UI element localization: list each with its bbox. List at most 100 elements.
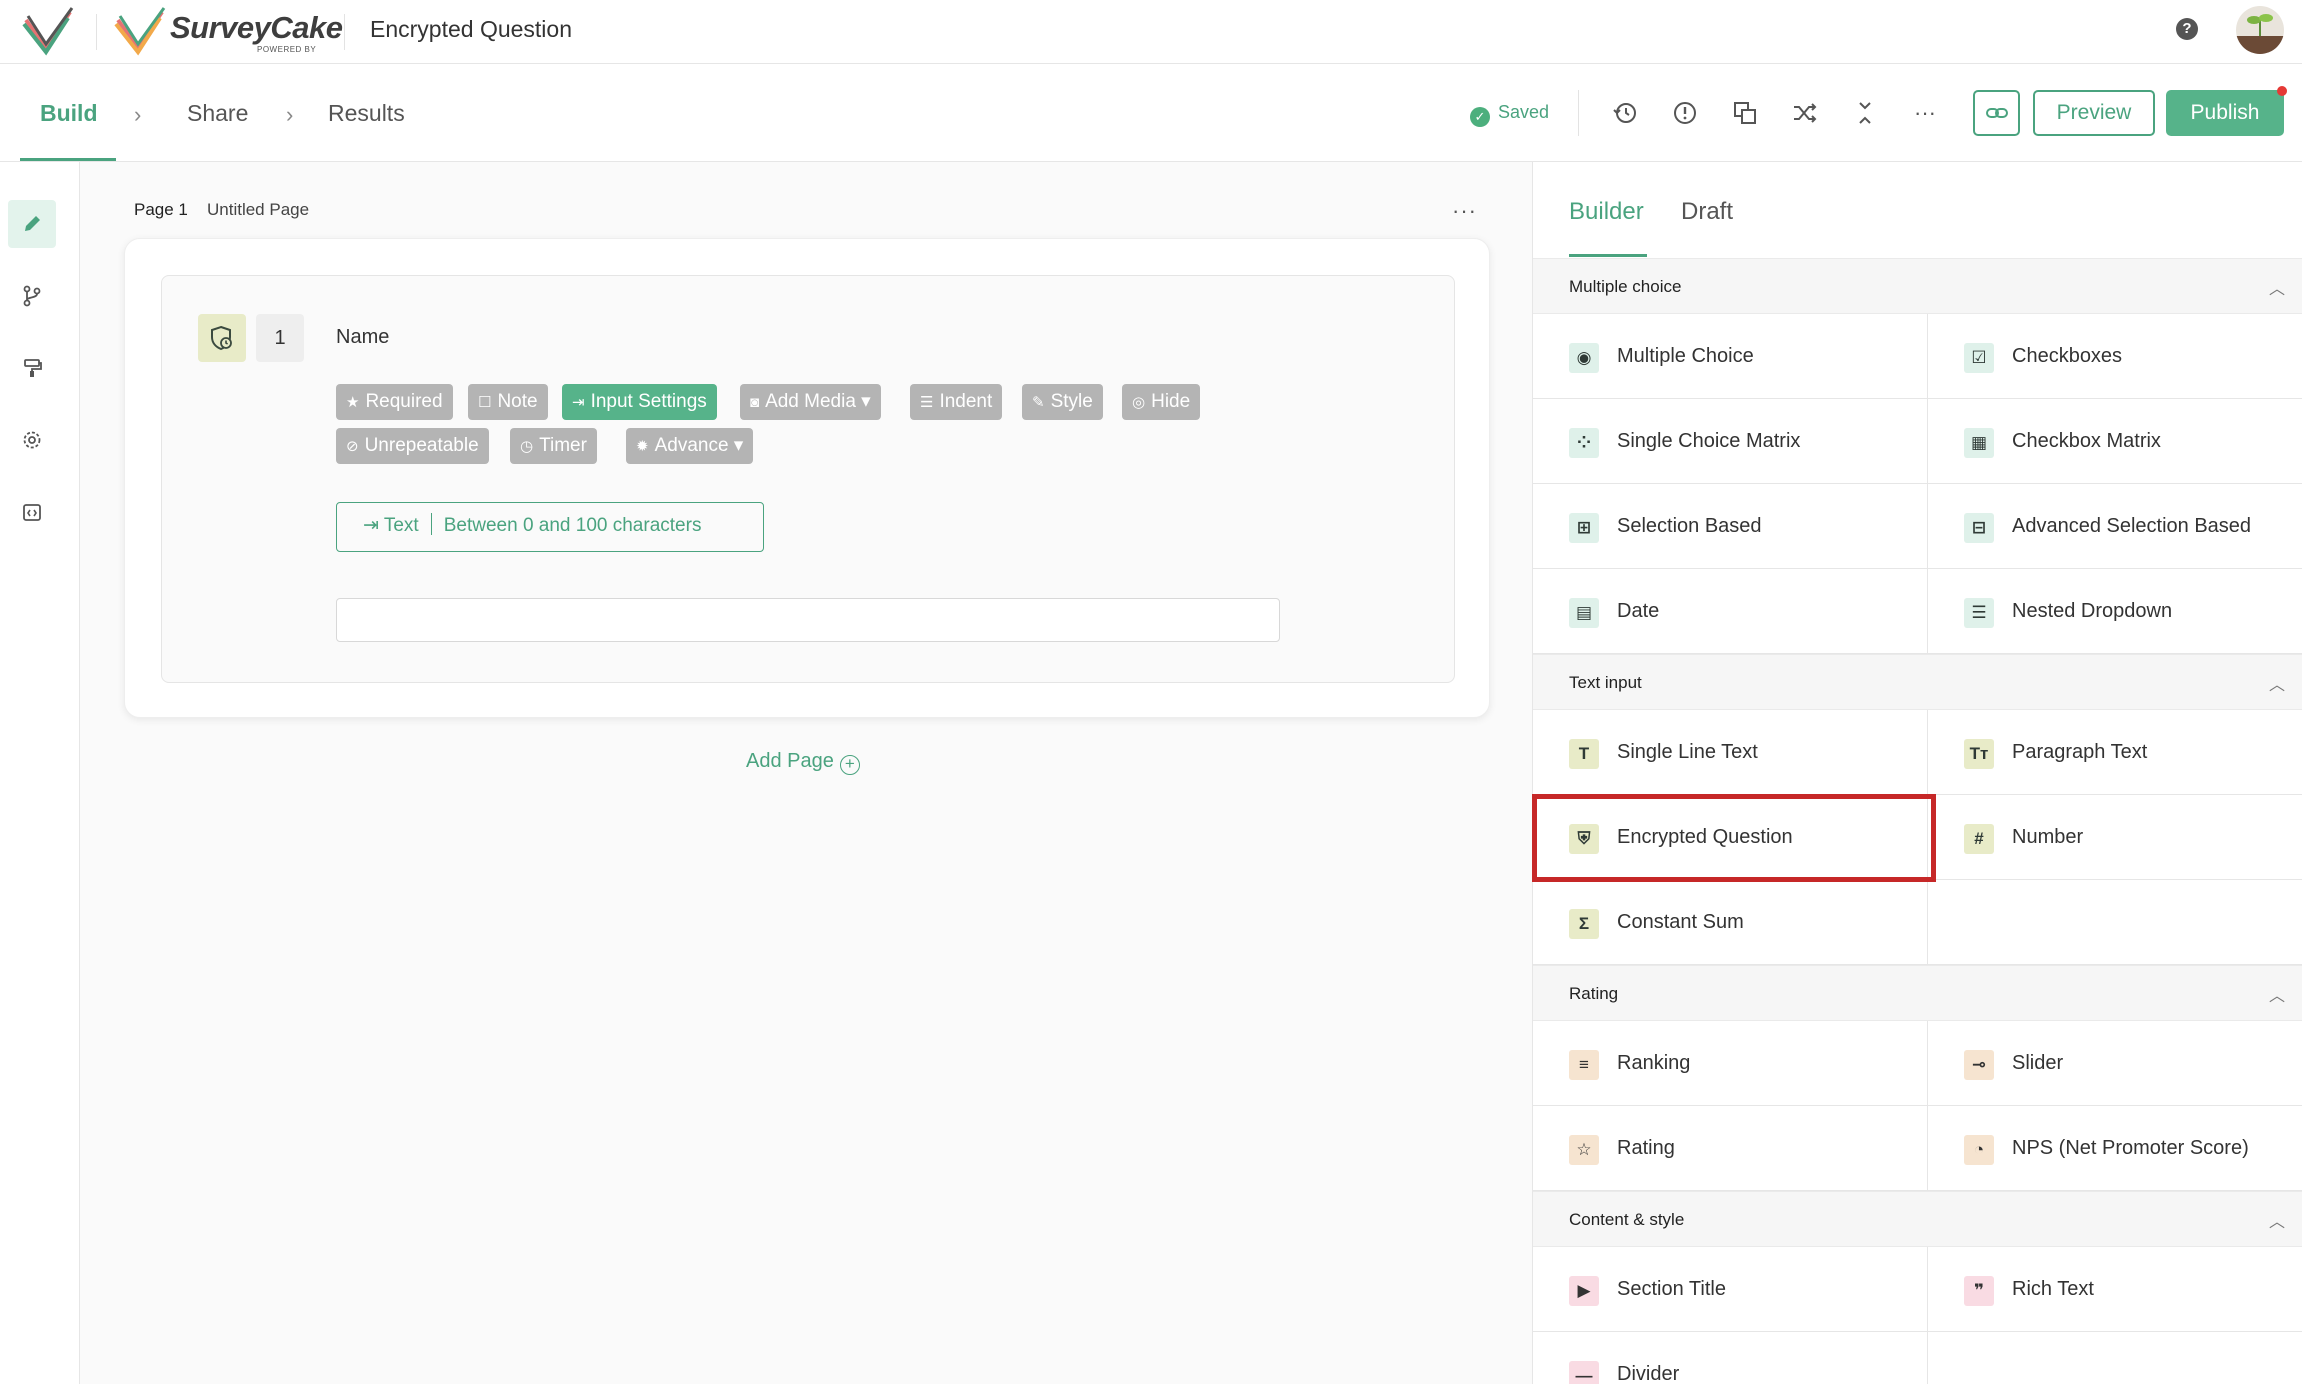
question-types-panel: Builder Draft Multiple choice ︿ ◉ Multipl…: [1532, 162, 2302, 1384]
step-build[interactable]: Build: [40, 100, 98, 127]
add-page-label: Add Page: [746, 750, 834, 772]
rail-edit[interactable]: [8, 200, 56, 248]
hide-chip[interactable]: ◎ Hide: [1122, 384, 1201, 420]
type-label: Single Line Text: [1617, 741, 1758, 763]
text-icon: T: [1569, 739, 1599, 769]
indent-chip[interactable]: ☰ Indent: [910, 384, 1003, 420]
note-chip[interactable]: ☐ Note: [468, 384, 548, 420]
question-block[interactable]: 1 Name ★ Required ☐ Note ⇥ Input Settings ◙…: [161, 275, 1455, 683]
branch-icon: [23, 285, 41, 307]
history-icon[interactable]: [1608, 96, 1642, 130]
chip-label: Required: [365, 391, 443, 412]
chip-label: Timer: [539, 435, 587, 456]
paint-roller-icon: [24, 359, 42, 377]
help-icon[interactable]: ?: [2176, 18, 2198, 40]
unrepeatable-chip[interactable]: ⊘ Unrepeatable: [336, 428, 489, 464]
required-chip[interactable]: ★ Required: [336, 384, 453, 420]
alert-icon[interactable]: [1668, 96, 1702, 130]
star-icon: ☆: [1569, 1135, 1599, 1165]
indent-icon: ☰: [920, 394, 934, 411]
top-bar: SurveyCake POWERED BY Encrypted Question…: [0, 0, 2302, 64]
type-checkboxes[interactable]: ☑ Checkboxes: [1927, 314, 2302, 399]
input-limit-badge[interactable]: ⇥ Text Between 0 and 100 characters: [336, 502, 764, 552]
chip-label: Note: [497, 391, 538, 412]
rail-logic[interactable]: [8, 272, 56, 320]
input-settings-chip[interactable]: ⇥ Input Settings: [562, 384, 717, 420]
type-label: Divider: [1617, 1363, 1680, 1384]
rail-embed[interactable]: [8, 488, 56, 536]
tab-draft[interactable]: Draft: [1681, 198, 1733, 226]
step-share[interactable]: Share: [187, 100, 248, 127]
section-text-input[interactable]: Text input ︿: [1533, 654, 2302, 710]
section-label: Multiple choice: [1569, 277, 1682, 296]
type-rich-text[interactable]: ❞ Rich Text: [1927, 1247, 2302, 1332]
tab-builder[interactable]: Builder: [1569, 198, 1644, 226]
quote-icon: ❞: [1964, 1276, 1994, 1306]
rail-theme[interactable]: [8, 344, 56, 392]
add-media-chip[interactable]: ◙ Add Media ▾: [740, 384, 881, 420]
section-content-style[interactable]: Content & style ︿: [1533, 1191, 2302, 1247]
answer-input[interactable]: [336, 598, 1280, 642]
type-label: Multiple Choice: [1617, 345, 1754, 367]
type-divider[interactable]: — Divider: [1533, 1332, 1927, 1384]
calendar-icon: ▤: [1569, 598, 1599, 628]
type-multiple-choice[interactable]: ◉ Multiple Choice: [1533, 314, 1927, 399]
section-rating[interactable]: Rating ︿: [1533, 965, 2302, 1021]
style-chip[interactable]: ✎ Style: [1022, 384, 1103, 420]
note-icon: ☐: [478, 394, 492, 411]
type-single-choice-matrix[interactable]: ⁘ Single Choice Matrix: [1533, 399, 1927, 484]
type-encrypted-question[interactable]: ⛨ Encrypted Question: [1533, 795, 1927, 880]
left-rail: [0, 162, 80, 1384]
section-multiple-choice[interactable]: Multiple choice ︿: [1533, 258, 2302, 314]
type-label: Rich Text: [2012, 1278, 2094, 1300]
more-icon[interactable]: ···: [1908, 96, 1942, 130]
notification-dot: [2277, 86, 2287, 96]
avatar[interactable]: [2236, 6, 2284, 54]
check-circle-icon: ✓: [1470, 107, 1490, 127]
type-slider[interactable]: ⊸ Slider: [1927, 1021, 2302, 1106]
type-label: Selection Based: [1617, 515, 1762, 537]
shuffle-icon[interactable]: [1788, 96, 1822, 130]
type-section-title[interactable]: ▶ Section Title: [1533, 1247, 1927, 1332]
rail-settings[interactable]: [8, 416, 56, 464]
chip-label: Style: [1050, 391, 1093, 412]
brand[interactable]: SurveyCake POWERED BY: [112, 4, 343, 60]
question-title[interactable]: Name: [336, 326, 389, 349]
chevron-right-icon: ›: [134, 102, 142, 127]
copy-icon[interactable]: [1728, 96, 1762, 130]
ban-icon: ⊘: [346, 438, 359, 455]
survey-title[interactable]: Encrypted Question: [370, 16, 572, 43]
nps-icon: ◔: [1964, 1135, 1994, 1165]
type-date[interactable]: ▤ Date: [1533, 569, 1927, 654]
step-results[interactable]: Results: [328, 100, 405, 127]
page-label: Page 1: [134, 200, 188, 219]
survey-canvas: Page 1 Untitled Page ··· 1 Name ★ Require…: [80, 162, 1532, 1384]
radio-icon: ◉: [1569, 343, 1599, 373]
type-advanced-selection-based[interactable]: ⊟ Advanced Selection Based: [1927, 484, 2302, 569]
type-ranking[interactable]: ≡ Ranking: [1533, 1021, 1927, 1106]
type-selection-based[interactable]: ⊞ Selection Based: [1533, 484, 1927, 569]
surveycake-logo-icon[interactable]: [20, 6, 74, 56]
type-rating[interactable]: ☆ Rating: [1533, 1106, 1927, 1191]
camera-icon: ◙: [750, 394, 760, 411]
advance-chip[interactable]: ✹ Advance ▾: [626, 428, 754, 464]
type-single-line-text[interactable]: T Single Line Text: [1533, 710, 1927, 795]
chip-label: Hide: [1151, 391, 1191, 412]
section-label: Rating: [1569, 984, 1619, 1003]
page-name[interactable]: Untitled Page: [207, 200, 309, 220]
type-constant-sum[interactable]: Σ Constant Sum: [1533, 880, 1927, 965]
encrypted-question-icon: [198, 314, 246, 362]
type-nested-dropdown[interactable]: ☰ Nested Dropdown: [1927, 569, 2302, 654]
type-number[interactable]: # Number: [1927, 795, 2302, 880]
collapse-icon[interactable]: [1848, 96, 1882, 130]
page-more-icon[interactable]: ···: [1452, 198, 1477, 224]
type-paragraph-text[interactable]: Tт Paragraph Text: [1927, 710, 2302, 795]
copy-link-button[interactable]: [1973, 90, 2020, 136]
type-nps[interactable]: ◔ NPS (Net Promoter Score): [1927, 1106, 2302, 1191]
type-checkbox-matrix[interactable]: ▦ Checkbox Matrix: [1927, 399, 2302, 484]
publish-button[interactable]: Publish: [2166, 90, 2284, 136]
timer-chip[interactable]: ◷ Timer: [510, 428, 597, 464]
add-page-button[interactable]: Add Page +: [746, 750, 860, 775]
preview-button[interactable]: Preview: [2033, 90, 2155, 136]
divider: [344, 14, 345, 50]
